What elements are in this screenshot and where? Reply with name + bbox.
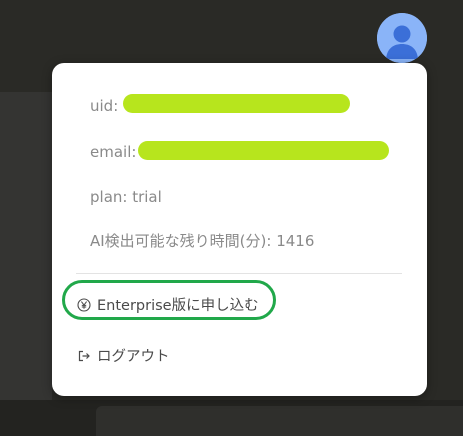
logout-item[interactable]: ログアウト (77, 345, 170, 366)
background-panel (0, 92, 52, 400)
background-tile (96, 406, 463, 436)
plan-info: plan: trial (90, 188, 162, 206)
enterprise-signup-item[interactable]: Enterprise版に申し込む (77, 294, 259, 315)
enterprise-signup-label: Enterprise版に申し込む (97, 298, 259, 314)
account-dropdown-menu: uid: email: plan: trial AI検出可能な残り時間(分): … (52, 63, 427, 396)
logout-icon (77, 349, 91, 363)
menu-divider (76, 273, 402, 274)
email-redacted-value (138, 141, 389, 160)
email-label: email: (90, 143, 137, 161)
uid-label: uid: (90, 97, 119, 115)
yen-circle-icon (77, 297, 91, 312)
ai-remaining-minutes: AI検出可能な残り時間(分): 1416 (90, 232, 315, 250)
logout-label: ログアウト (97, 349, 170, 365)
account-avatar-icon (377, 13, 427, 63)
account-avatar-button[interactable] (377, 13, 427, 63)
uid-redacted-value (123, 94, 350, 113)
